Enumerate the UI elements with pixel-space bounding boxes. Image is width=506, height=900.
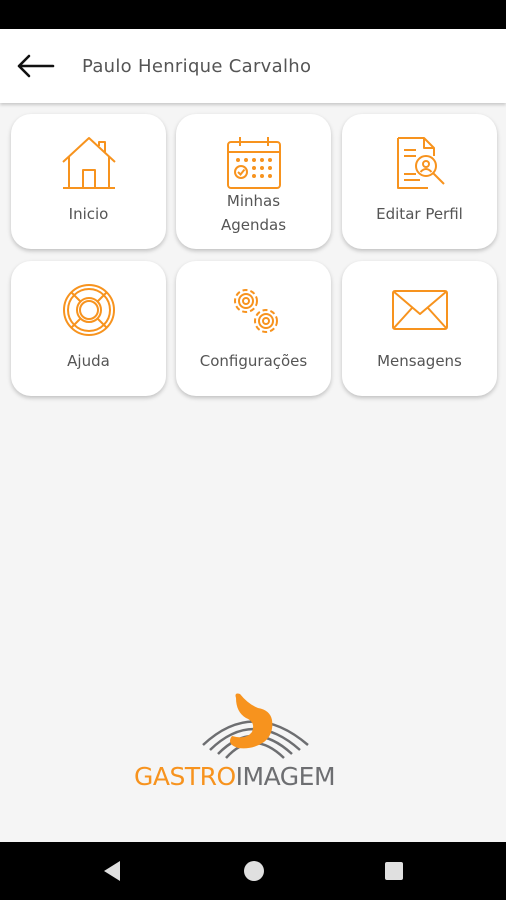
back-button[interactable]: [12, 43, 58, 89]
logo-wordmark: GASTROIMAGEM: [134, 762, 336, 791]
home-circle-icon[interactable]: [241, 858, 267, 884]
menu-tile-mensagens[interactable]: Mensagens: [342, 261, 497, 396]
menu-tile-label: Configurações: [199, 352, 308, 370]
menu-tile-editar-perfil[interactable]: Editar Perfil: [342, 114, 497, 249]
system-navigation-bar: [0, 842, 506, 900]
menu-tile-configuracoes[interactable]: Configurações: [176, 261, 331, 396]
menu-tile-label: Mensagens: [377, 352, 462, 370]
arrow-left-icon: [17, 54, 55, 78]
envelope-icon: [391, 290, 448, 330]
recents-square-icon[interactable]: [381, 858, 407, 884]
menu-tile-minhas-agendas[interactable]: Minhas Agendas: [176, 114, 331, 249]
menu-tile-label: Ajuda: [67, 352, 110, 370]
page-title: Paulo Henrique Carvalho: [82, 55, 312, 77]
menu-tile-label: Inicio: [68, 205, 109, 223]
logo-word-gastro: GASTRO: [134, 762, 236, 791]
gastroimagem-logo: GASTROIMAGEM: [128, 690, 378, 800]
app-bar: Paulo Henrique Carvalho: [0, 29, 506, 103]
profile-document-icon: [396, 137, 445, 189]
logo-mark-icon: [202, 693, 309, 759]
menu-tile-label: Editar Perfil: [376, 205, 463, 223]
calendar-icon: [226, 137, 281, 189]
menu-tile-label: Minhas Agendas: [220, 192, 287, 234]
home-icon: [61, 137, 116, 189]
lifebuoy-icon: [62, 284, 115, 336]
menu-tile-ajuda[interactable]: Ajuda: [11, 261, 166, 396]
menu-tile-inicio[interactable]: Inicio: [11, 114, 166, 249]
logo-word-imagem: IMAGEM: [235, 762, 336, 791]
back-triangle-icon[interactable]: [99, 858, 125, 884]
gears-icon: [233, 289, 278, 333]
status-bar: [0, 0, 506, 29]
